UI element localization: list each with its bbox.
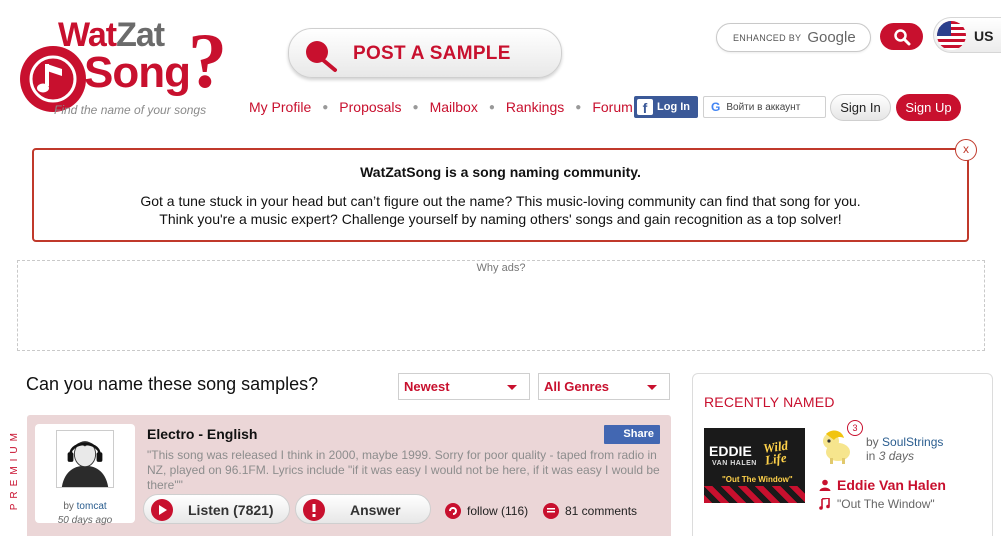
- samples-heading: Can you name these song samples?: [26, 374, 319, 394]
- info-line-1: Got a tune stuck in your head but can’t …: [140, 193, 861, 209]
- sign-up-button[interactable]: Sign Up: [896, 94, 961, 121]
- google-search-input[interactable]: ENHANCED BY Google: [716, 23, 871, 52]
- facebook-login-label: Log In: [657, 101, 690, 113]
- sort-select[interactable]: Newest: [398, 373, 530, 400]
- post-sample-button[interactable]: POST A SAMPLE: [288, 28, 562, 78]
- nav-my-profile[interactable]: My Profile: [249, 99, 311, 115]
- nav-proposals[interactable]: Proposals: [339, 99, 401, 115]
- album-stripe: [704, 486, 805, 503]
- nav-rankings[interactable]: Rankings: [506, 99, 564, 115]
- album-song-text: "Out The Window": [722, 475, 793, 484]
- logo-tagline: Find the name of your songs: [54, 103, 207, 117]
- info-banner: WatZatSong is a song naming community. G…: [32, 148, 969, 242]
- chevron-down-icon: [647, 385, 657, 390]
- info-title: WatZatSong is a song naming community.: [360, 164, 641, 180]
- album-title-text: Wild Life: [762, 437, 789, 468]
- music-note-icon: [819, 498, 830, 510]
- ad-slot: Why ads?: [17, 260, 985, 351]
- answer-label: Answer: [350, 502, 401, 518]
- facebook-icon: f: [637, 99, 653, 116]
- sample-description: "This song was released I think in 2000,…: [147, 448, 660, 492]
- nav-separator: ●: [322, 101, 329, 113]
- answer-icon: [303, 499, 325, 521]
- comments-label: 81 comments: [565, 504, 638, 518]
- sign-in-button[interactable]: Sign In: [830, 94, 891, 121]
- main-nav: My Profile ● Proposals ● Mailbox ● Rankings…: [249, 99, 633, 115]
- microphone-icon: [306, 41, 337, 72]
- named-artist[interactable]: Eddie Van Halen: [819, 477, 946, 493]
- comments-link[interactable]: 81 comments: [543, 503, 637, 519]
- country-selector[interactable]: US: [933, 17, 1001, 53]
- named-song-label: "Out The Window": [837, 497, 935, 511]
- nav-separator: ●: [575, 101, 582, 113]
- follow-icon: [445, 503, 461, 519]
- logo-question-mark: ?: [188, 17, 227, 104]
- named-artist-label: Eddie Van Halen: [837, 477, 946, 493]
- play-icon: [151, 499, 173, 521]
- site-logo[interactable]: WatZat Song ? Find the name of your song…: [20, 16, 235, 117]
- info-line-2: Think you're a music expert? Challenge y…: [159, 211, 842, 227]
- follow-label: follow (116): [467, 504, 529, 518]
- uploader-username[interactable]: tomcat: [77, 501, 107, 512]
- album-artist-text: EDDIE: [709, 443, 752, 459]
- why-ads-link[interactable]: Why ads?: [18, 262, 984, 274]
- nav-separator: ●: [412, 101, 419, 113]
- solved-duration: in 3 days: [866, 449, 915, 463]
- chevron-down-icon: [507, 385, 517, 390]
- google-brand-label: Google: [807, 29, 856, 46]
- facebook-login-button[interactable]: f Log In: [634, 96, 698, 118]
- premium-label: PREMIUM: [9, 428, 20, 511]
- solver-byline: by SoulStrings: [866, 435, 944, 449]
- post-sample-label: POST A SAMPLE: [353, 43, 511, 64]
- nav-separator: ●: [488, 101, 495, 113]
- nav-mailbox[interactable]: Mailbox: [430, 99, 478, 115]
- avatar[interactable]: [56, 430, 114, 488]
- sample-card: by tomcat 50 days ago Electro - English …: [27, 415, 671, 536]
- google-login-button[interactable]: G Войти в аккаунт: [703, 96, 826, 118]
- share-label: Share: [623, 428, 654, 440]
- close-banner-button[interactable]: x: [955, 139, 977, 161]
- logo-song-text: Song: [84, 48, 191, 97]
- album-cover[interactable]: EDDIE VAN HALEN Wild Life "Out The Windo…: [704, 428, 805, 503]
- search-icon: [893, 28, 910, 45]
- named-song[interactable]: "Out The Window": [819, 497, 935, 511]
- sample-genre: Electro - English: [147, 426, 258, 442]
- follow-link[interactable]: follow (116): [445, 503, 528, 519]
- uploader-byline: by tomcat: [63, 501, 107, 512]
- listen-label: Listen (7821): [188, 502, 274, 518]
- genre-select[interactable]: All Genres: [538, 373, 670, 400]
- solver-username[interactable]: SoulStrings: [882, 435, 943, 449]
- recently-named-panel: RECENTLY NAMED EDDIE VAN HALEN Wild Life…: [692, 373, 993, 536]
- listen-button[interactable]: Listen (7821): [143, 494, 290, 524]
- country-code: US: [974, 28, 994, 44]
- upload-time: 50 days ago: [57, 515, 113, 526]
- search-button[interactable]: [880, 23, 923, 50]
- nav-forum[interactable]: Forum: [592, 99, 632, 115]
- album-artist-subtext: VAN HALEN: [712, 460, 757, 467]
- us-flag-icon: [937, 21, 966, 50]
- recently-named-title: RECENTLY NAMED: [704, 394, 835, 410]
- answer-button[interactable]: Answer: [295, 494, 431, 524]
- sort-select-value: Newest: [404, 379, 450, 394]
- person-icon: [819, 479, 831, 491]
- solver-count-badge: 3: [847, 420, 863, 436]
- google-icon: G: [711, 100, 721, 114]
- google-login-label: Войти в аккаунт: [726, 101, 801, 113]
- uploader-info: by tomcat 50 days ago: [35, 424, 135, 526]
- comment-icon: [543, 503, 559, 519]
- genre-select-value: All Genres: [544, 379, 610, 394]
- facebook-share-button[interactable]: Share: [604, 425, 660, 444]
- enhanced-by-label: ENHANCED BY: [733, 32, 802, 43]
